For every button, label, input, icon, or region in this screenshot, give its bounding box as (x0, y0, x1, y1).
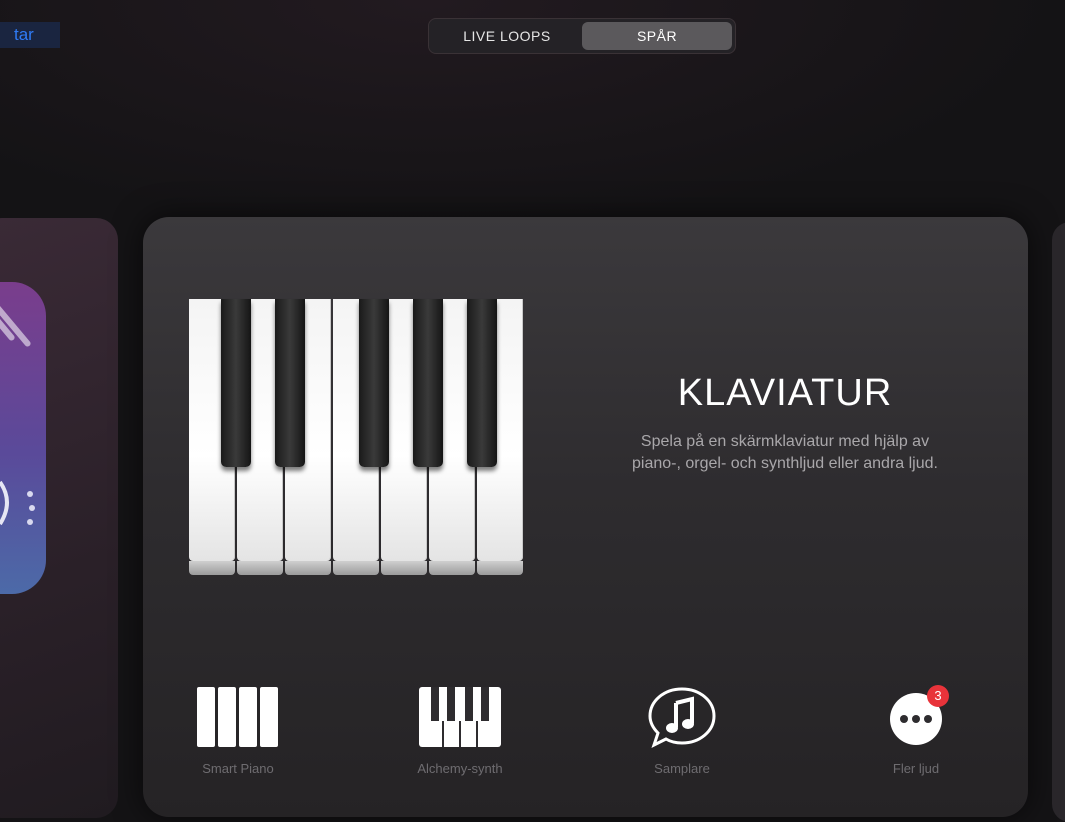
card-description: Spela på en skärmklaviatur med hjälp av … (575, 431, 995, 475)
notification-badge: 3 (927, 685, 949, 707)
piano-keys-illustration (187, 299, 533, 591)
segment-live-loops[interactable]: LIVE LOOPS (432, 22, 582, 50)
more-icon: 3 (841, 685, 991, 747)
more-sounds-label: Fler ljud (892, 761, 940, 776)
card-description-line-2: piano-, orgel- och synthljud eller andra… (632, 455, 938, 472)
card-description-line-1: Spela på en skärmklaviatur med hjälp av (640, 433, 930, 450)
back-link[interactable]: tar (0, 22, 60, 48)
drummer-art (0, 282, 46, 594)
sampler-note-icon (607, 687, 757, 748)
mode-segmented-control: LIVE LOOPS SPÅR (428, 18, 736, 54)
next-instrument-card[interactable] (1052, 222, 1065, 822)
smart-piano-icon (163, 687, 313, 747)
alchemy-synth-option[interactable]: Alchemy-synth (385, 687, 535, 776)
smart-piano-label: Smart Piano (202, 761, 274, 776)
sampler-label: Samplare (654, 761, 710, 776)
keyboard-instrument-card[interactable]: KLAVIATUR Spela på en skärmklaviatur med… (143, 217, 1028, 817)
segment-spar[interactable]: SPÅR (582, 22, 732, 50)
card-title: KLAVIATUR (677, 372, 893, 414)
smart-piano-option[interactable]: Smart Piano (163, 687, 313, 776)
alchemy-keyboard-icon (385, 687, 535, 747)
more-sounds-option[interactable]: 3 Fler ljud (841, 685, 991, 776)
sampler-option[interactable]: Samplare (607, 687, 757, 776)
alchemy-synth-label: Alchemy-synth (417, 761, 503, 776)
